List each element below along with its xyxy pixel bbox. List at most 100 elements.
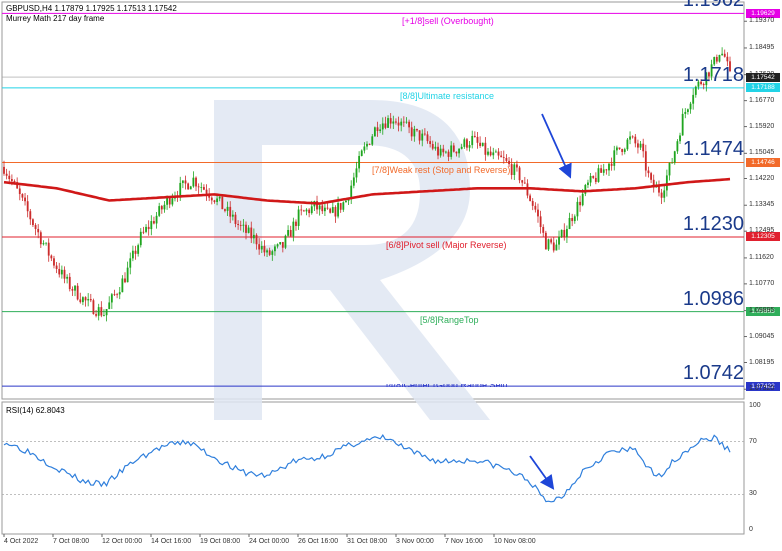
candle-body: [510, 164, 513, 175]
candle-body: [358, 155, 361, 169]
time-tick-label: 31 Oct 08:00: [347, 538, 388, 545]
candle-body: [271, 251, 274, 255]
candle-body: [497, 151, 500, 156]
candle-body: [518, 167, 521, 181]
candle-body: [631, 136, 634, 138]
candle-body: [260, 245, 263, 250]
candle-body: [644, 151, 647, 171]
candle-body: [281, 242, 284, 248]
time-tick-label: 4 Oct 2022: [4, 538, 39, 545]
candle-body: [139, 231, 142, 246]
candle-body: [592, 176, 595, 178]
candle-body: [689, 103, 692, 110]
candle-body: [671, 162, 674, 164]
candle-body: [32, 219, 34, 226]
candle-body: [252, 234, 255, 239]
candle-body: [76, 285, 79, 300]
candle-body: [37, 228, 40, 233]
price-tick-label: 1.07320: [749, 385, 775, 393]
candle-body: [137, 245, 140, 254]
candle-body: [95, 314, 97, 316]
candle-body: [34, 225, 37, 229]
candle-body: [68, 276, 71, 290]
candle-body: [447, 151, 450, 157]
candle-body: [124, 278, 126, 283]
candle-body: [384, 123, 387, 128]
candle-body: [629, 136, 631, 140]
candle-body: [379, 129, 382, 132]
time-tick-label: 7 Oct 08:00: [53, 538, 90, 545]
symbol-line: GBPUSD,H4 1.17879 1.17925 1.17513 1.1754…: [6, 4, 177, 13]
candle-body: [565, 229, 568, 238]
candle-body: [537, 209, 539, 217]
level-value-l6: 1.0742: [682, 362, 744, 385]
time-tick-label: 10 Nov 08:00: [494, 538, 536, 545]
candle-body: [87, 299, 90, 301]
rsi-tick-label: 0: [749, 526, 753, 533]
candle-body: [413, 128, 416, 137]
candle-body: [274, 246, 276, 252]
candle-body: [650, 173, 653, 180]
candle-body: [460, 146, 463, 149]
candle-body: [210, 197, 213, 201]
current-price-tag: 1.17542: [746, 72, 780, 82]
level-tag-l2: 1.17188: [746, 83, 780, 93]
candle-body: [129, 258, 132, 268]
candle-body: [660, 192, 663, 198]
level-label-l6: [4/8]Center (Good Range Sell): [386, 384, 508, 387]
candle-body: [321, 205, 324, 212]
level-value-l4: 1.1230: [682, 212, 744, 235]
candle-body: [363, 146, 366, 151]
candle-body: [500, 155, 503, 158]
candle-body: [452, 145, 455, 152]
candle-body: [621, 149, 624, 152]
candle-body: [395, 121, 397, 123]
candle-body: [694, 86, 697, 95]
candle-body: [318, 205, 321, 210]
candle-body: [389, 118, 392, 124]
candle-body: [494, 151, 497, 153]
candle-body: [345, 200, 347, 203]
candle-body: [376, 127, 379, 132]
rsi-tick-label: 30: [749, 490, 757, 498]
candle-body: [10, 179, 13, 181]
candle-body: [295, 221, 297, 226]
candle-body: [555, 244, 558, 251]
candle-body: [571, 218, 574, 222]
candle-body: [723, 53, 726, 57]
price-tick-label: 1.09045: [749, 332, 775, 340]
candle-body: [608, 163, 610, 171]
candle-body: [479, 142, 482, 146]
candle-body: [352, 177, 355, 186]
candle-body: [289, 229, 292, 237]
candle-body: [342, 202, 345, 210]
candle-body: [516, 164, 518, 168]
candle-body: [147, 226, 150, 230]
candle-body: [247, 227, 250, 233]
candle-body: [305, 209, 308, 212]
candle-body: [103, 315, 105, 317]
candle-body: [679, 135, 681, 142]
candle-body: [245, 224, 247, 233]
price-tick-label: 1.19370: [749, 17, 775, 25]
candle-body: [131, 250, 134, 259]
candle-body: [426, 134, 429, 142]
candle-body: [284, 235, 287, 248]
candle-body: [568, 218, 571, 230]
candle-body: [166, 197, 169, 205]
candle-body: [126, 267, 129, 283]
candle-body: [529, 195, 532, 201]
candle-body: [397, 122, 400, 126]
time-tick-label: 26 Oct 16:00: [298, 538, 339, 545]
candle-body: [579, 201, 581, 206]
candle-body: [302, 210, 305, 212]
candle-body: [439, 148, 442, 156]
candle-body: [229, 206, 232, 217]
price-tick-label: 1.12495: [749, 227, 775, 235]
candle-body: [24, 197, 26, 202]
candle-body: [105, 309, 108, 316]
candle-body: [276, 244, 279, 247]
candle-body: [668, 162, 671, 176]
candle-body: [200, 187, 203, 188]
candle-body: [618, 147, 621, 150]
